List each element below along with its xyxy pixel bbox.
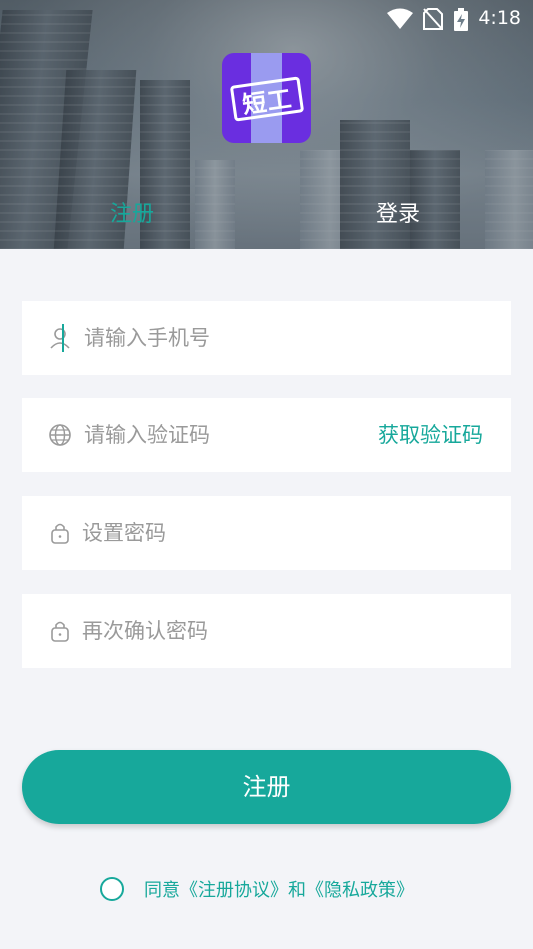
agreement-row: 同意《注册协议》和《隐私政策》 bbox=[100, 876, 414, 902]
status-time: 4:18 bbox=[478, 7, 521, 29]
text-caret bbox=[62, 324, 64, 352]
phone-field[interactable]: 请输入手机号 bbox=[22, 301, 511, 375]
user-icon bbox=[50, 328, 70, 349]
wifi-icon bbox=[387, 8, 413, 29]
verification-code-field[interactable]: 请输入验证码 获取验证码 bbox=[22, 398, 511, 472]
globe-icon bbox=[49, 424, 71, 446]
register-button[interactable]: 注册 bbox=[22, 750, 511, 824]
get-code-button[interactable]: 获取验证码 bbox=[378, 398, 483, 472]
tab-login[interactable]: 登录 bbox=[376, 196, 420, 228]
lock-icon bbox=[51, 621, 69, 642]
status-bar: 4:18 bbox=[0, 0, 533, 36]
logo-text: 短工 bbox=[229, 76, 305, 122]
tab-register[interactable]: 注册 bbox=[110, 196, 154, 228]
confirm-password-field[interactable]: 再次确认密码 bbox=[22, 594, 511, 668]
battery-charging-icon bbox=[454, 8, 468, 31]
password-field[interactable]: 设置密码 bbox=[22, 496, 511, 570]
confirm-password-input[interactable]: 再次确认密码 bbox=[82, 594, 208, 668]
phone-input[interactable]: 请输入手机号 bbox=[84, 301, 210, 375]
agreement-radio[interactable] bbox=[100, 877, 124, 901]
header-banner: 4:18 短工 注册 登录 bbox=[0, 0, 533, 249]
app-logo: 短工 bbox=[222, 53, 311, 143]
agreement-text[interactable]: 同意《注册协议》和《隐私政策》 bbox=[144, 876, 414, 902]
no-sim-icon bbox=[423, 8, 443, 30]
lock-icon bbox=[51, 523, 69, 544]
verification-code-input[interactable]: 请输入验证码 bbox=[84, 398, 210, 472]
password-input[interactable]: 设置密码 bbox=[82, 496, 166, 570]
